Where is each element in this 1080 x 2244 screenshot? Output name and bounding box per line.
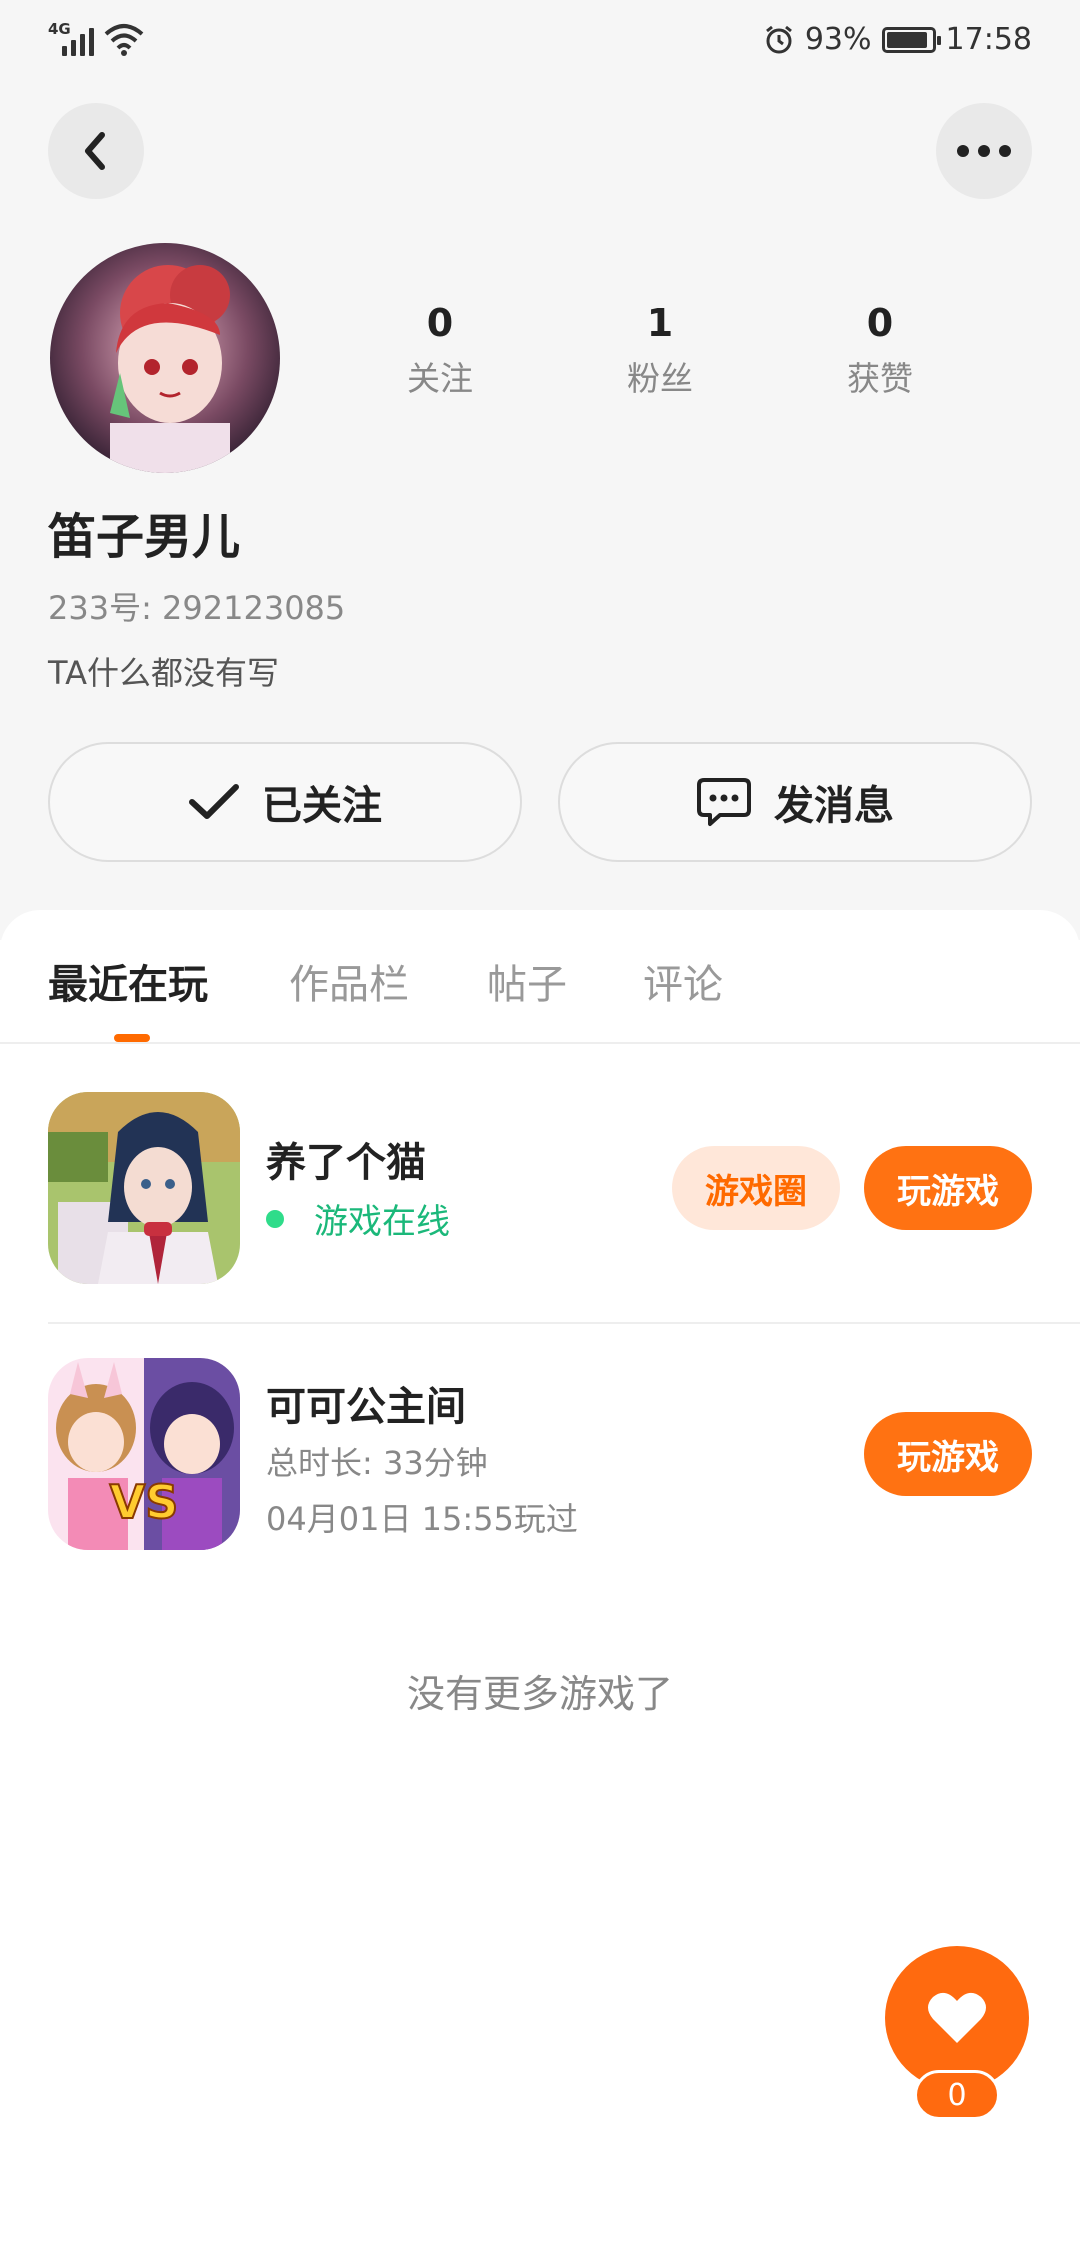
stat-value: 0	[426, 301, 454, 345]
followed-button[interactable]: 已关注	[48, 742, 522, 862]
like-button[interactable]	[885, 1946, 1029, 2090]
game-title: 可可公主间	[266, 1384, 466, 1430]
network-type: 4G	[48, 20, 71, 38]
game-title: 养了个猫	[266, 1140, 426, 1186]
status-bar: 4G 93% 17:58	[0, 0, 1080, 84]
battery-fill	[886, 31, 928, 48]
game-cover-image: VS	[48, 1358, 240, 1550]
check-icon	[189, 784, 239, 819]
avatar[interactable]	[50, 243, 280, 473]
stat-following[interactable]: 0 关注	[330, 300, 550, 400]
like-count-badge: 0	[914, 2070, 1000, 2120]
game-last-played: 04月01日 15:55玩过	[266, 1500, 578, 1538]
followed-label: 已关注	[262, 783, 382, 829]
profile-stats: 0 关注 1 粉丝 0 获赞	[330, 300, 990, 400]
game-online-status: 游戏在线	[266, 1194, 450, 1243]
user-bio: TA什么都没有写	[48, 654, 279, 692]
chat-bubble-icon	[697, 778, 751, 826]
tab-comments[interactable]: 评论	[643, 952, 723, 1010]
game-cover-image	[48, 1092, 240, 1284]
no-more-games-text: 没有更多游戏了	[406, 1672, 673, 1716]
status-left: 4G	[48, 20, 144, 56]
tab-works[interactable]: 作品栏	[289, 952, 409, 1010]
list-divider	[48, 1322, 1080, 1324]
play-game-button[interactable]: 玩游戏	[864, 1412, 1032, 1496]
online-status-text: 游戏在线	[314, 1202, 450, 1242]
back-button[interactable]	[48, 103, 144, 199]
battery-percent: 93%	[804, 22, 872, 57]
clock: 17:58	[945, 22, 1032, 57]
more-dots-icon	[957, 145, 1011, 157]
send-message-label: 发消息	[774, 783, 894, 829]
game-circle-button[interactable]: 游戏圈	[672, 1146, 840, 1230]
stat-value: 0	[866, 301, 894, 345]
stat-likes[interactable]: 0 获赞	[770, 300, 990, 400]
game-icon-princess[interactable]: VS	[48, 1358, 240, 1550]
status-right: 93% 17:58	[763, 22, 1032, 57]
user-name: 笛子男儿	[48, 509, 241, 565]
tab-recent-playing[interactable]: 最近在玩	[48, 952, 208, 1010]
stat-label: 获赞	[847, 359, 913, 398]
more-button[interactable]	[936, 103, 1032, 199]
tab-posts[interactable]: 帖子	[487, 952, 567, 1010]
tab-indicator	[114, 1034, 150, 1042]
stat-value: 1	[646, 301, 674, 345]
stat-fans[interactable]: 1 粉丝	[550, 300, 770, 400]
battery-icon	[881, 26, 941, 53]
chevron-left-icon	[85, 132, 105, 170]
stat-label: 粉丝	[627, 359, 693, 398]
play-game-button[interactable]: 玩游戏	[864, 1146, 1032, 1230]
heart-icon	[928, 1992, 986, 2043]
vs-badge: VS	[110, 1475, 179, 1529]
game-play-duration: 总时长: 33分钟	[266, 1444, 488, 1482]
online-dot-icon	[266, 1209, 284, 1228]
tab-bar: 最近在玩 作品栏 帖子 评论	[0, 910, 1080, 1044]
user-id: 233号: 292123085	[48, 589, 346, 627]
game-icon-cat[interactable]	[48, 1092, 240, 1284]
send-message-button[interactable]: 发消息	[558, 742, 1032, 862]
stat-label: 关注	[407, 359, 473, 398]
avatar-image	[50, 243, 280, 473]
wifi-icon	[104, 24, 144, 56]
alarm-icon	[765, 25, 792, 53]
